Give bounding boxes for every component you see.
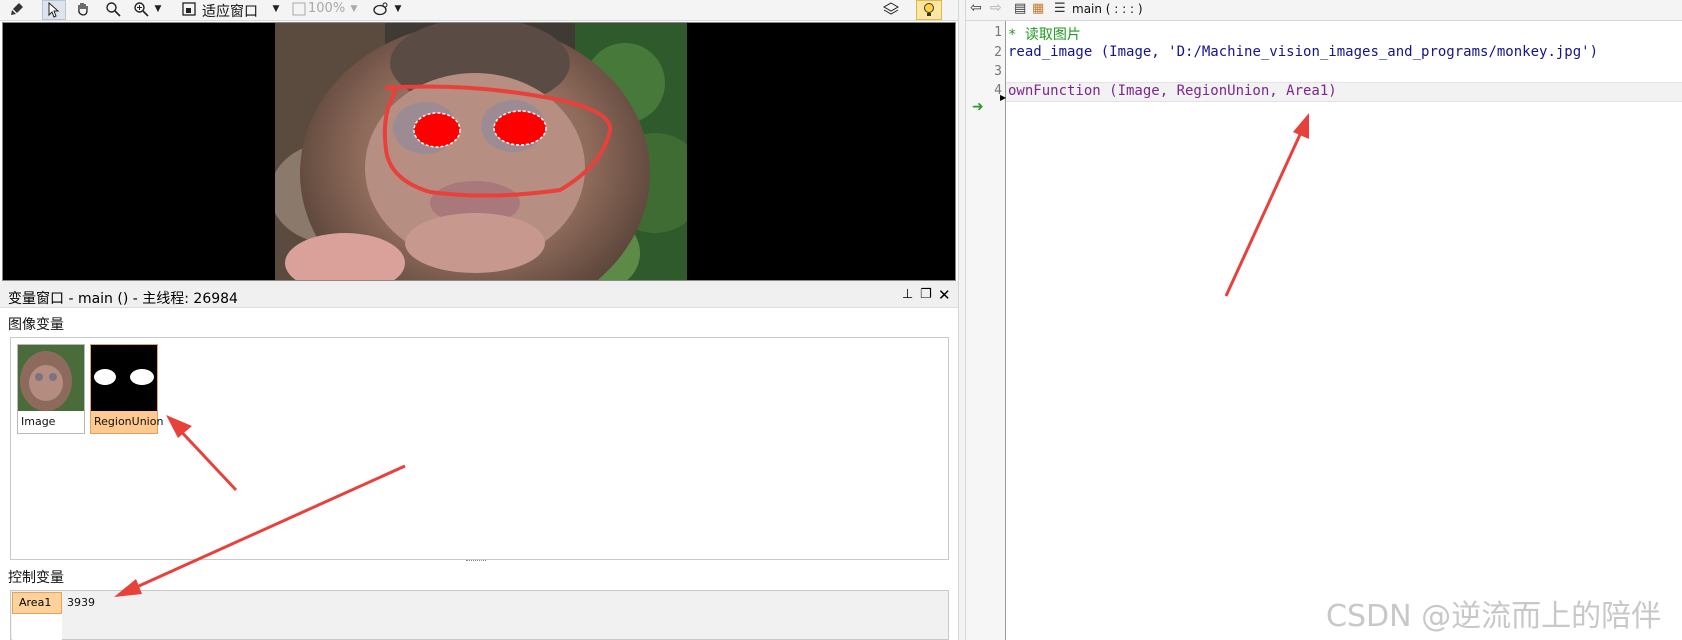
image-var-name: Image xyxy=(21,415,56,428)
graphics-toolbar: ▼ 适应窗口 ▼ 100% ▼ ▼ xyxy=(0,0,958,21)
procedure-icon[interactable]: ☰ xyxy=(1054,1,1066,16)
pointer-tool-icon[interactable] xyxy=(42,0,66,20)
image-var-thumb[interactable]: Image xyxy=(17,344,85,434)
list-icon[interactable]: ▤ xyxy=(1014,1,1026,16)
graphics-window[interactable] xyxy=(2,22,956,281)
control-var-value[interactable]: 3939 xyxy=(67,596,95,609)
variable-window-title: 变量窗口 - main () - 主线程: 26984 xyxy=(8,291,238,307)
draw-shape-icon[interactable] xyxy=(370,0,392,18)
back-arrow-icon[interactable]: ⇦ xyxy=(970,0,982,16)
monkey-thumbnail xyxy=(18,345,84,411)
region-thumbnail xyxy=(91,345,157,411)
procedure-selector[interactable]: main ( : : : ) xyxy=(1072,2,1143,16)
line-number: 1 xyxy=(994,25,1002,40)
control-var-blank xyxy=(12,614,62,640)
procedure-args: (Image, RegionUnion, Area1) xyxy=(1100,83,1337,99)
code-line-own-function[interactable]: ownFunction (Image, RegionUnion, Area1) xyxy=(1008,83,1337,99)
forward-arrow-icon[interactable]: ⇨ xyxy=(990,0,1002,16)
control-variables-label: 控制变量 xyxy=(8,570,64,586)
pin-icon[interactable]: ⊥ xyxy=(902,287,913,302)
lightbulb-icon[interactable] xyxy=(916,0,942,20)
watermark: CSDN @逆流而上的陪伴 xyxy=(1326,599,1662,634)
editor-toolbar: ⇦ ⇨ ▤ ▦ ☰ main ( : : : ) xyxy=(966,0,1682,21)
chevron-down-icon[interactable]: ▼ xyxy=(392,0,404,18)
grid-icon[interactable]: ▦ xyxy=(1032,1,1044,16)
chevron-down-icon[interactable]: ▼ xyxy=(152,0,164,18)
regionunion-var-thumb[interactable]: RegionUnion xyxy=(90,344,163,434)
insert-cursor-icon: ▶ xyxy=(1000,93,1007,102)
control-variables-panel: Area1 3939 xyxy=(10,590,949,640)
fit-window-label[interactable]: 适应窗口 xyxy=(202,1,258,21)
regionunion-var-name: RegionUnion xyxy=(91,411,163,433)
zoom-level-value[interactable]: 100% xyxy=(308,1,345,16)
panel-splitter[interactable] xyxy=(466,560,486,565)
control-var-name[interactable]: Area1 xyxy=(12,592,62,614)
close-icon[interactable]: ✕ xyxy=(938,286,951,304)
image-variables-panel: Image RegionUnion xyxy=(10,337,949,560)
code-editor[interactable] xyxy=(1006,21,1682,640)
line-number: 2 xyxy=(994,45,1002,60)
line-number: 4 xyxy=(994,83,1002,98)
monkey-image xyxy=(275,23,687,280)
layers-icon[interactable] xyxy=(880,0,902,18)
zoom-level-icon xyxy=(290,0,308,18)
vertical-splitter[interactable] xyxy=(958,0,966,640)
image-variables-label: 图像变量 xyxy=(8,317,64,333)
zoom-in-icon[interactable] xyxy=(130,0,152,18)
procedure-name: ownFunction xyxy=(1008,83,1101,99)
magnifier-icon[interactable] xyxy=(102,0,124,18)
program-counter-arrow-icon: ➜ xyxy=(972,99,984,115)
code-line-read-image[interactable]: read_image (Image, 'D:/Machine_vision_im… xyxy=(1008,44,1598,60)
chevron-down-icon[interactable]: ▼ xyxy=(270,0,282,18)
operator-name: read_image xyxy=(1008,44,1093,60)
float-window-icon[interactable]: ❐ xyxy=(920,287,932,302)
fit-window-icon[interactable] xyxy=(178,0,200,18)
variable-window-header: 变量窗口 - main () - 主线程: 26984 ⊥ ❐ ✕ xyxy=(0,286,958,308)
line-number: 3 xyxy=(994,64,1002,79)
clear-brush-icon[interactable] xyxy=(6,0,28,18)
code-line-comment[interactable]: * 读取图片 xyxy=(1008,24,1081,44)
pan-hand-icon[interactable] xyxy=(72,0,94,18)
chevron-down-icon[interactable]: ▼ xyxy=(348,0,360,18)
operator-args: (Image, 'D:/Machine_vision_images_and_pr… xyxy=(1092,44,1599,60)
